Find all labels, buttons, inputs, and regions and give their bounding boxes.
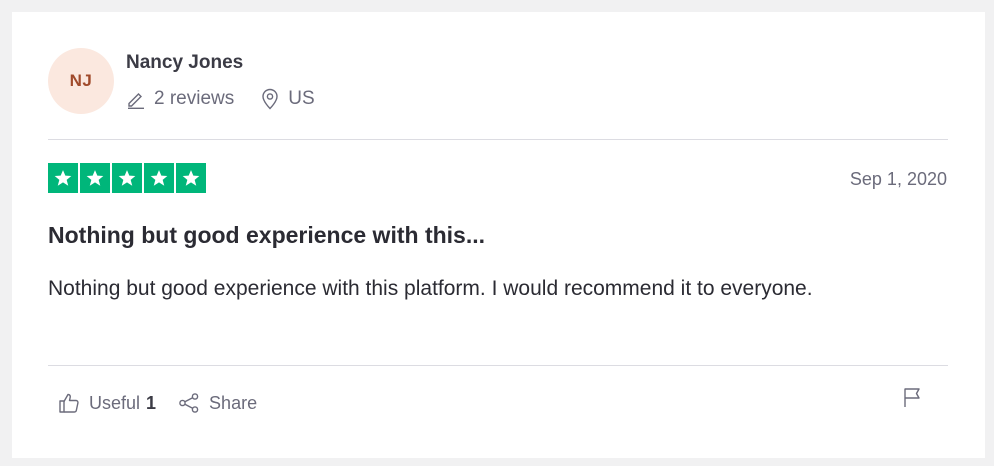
divider: [48, 365, 948, 366]
location-pin-icon: [262, 88, 278, 110]
useful-button[interactable]: Useful 1: [58, 392, 156, 414]
review-title[interactable]: Nothing but good experience with this...: [48, 222, 485, 249]
review-date: Sep 1, 2020: [849, 169, 947, 189]
report-button[interactable]: [901, 386, 923, 408]
consumer-info: NJ Nancy Jones 2 reviews US: [48, 48, 948, 118]
useful-label: Useful: [89, 392, 141, 413]
star-icon: [112, 163, 142, 193]
divider: [48, 139, 948, 140]
star-icon: [176, 163, 206, 193]
pencil-icon: [128, 93, 144, 109]
reviews-count-label: 2 reviews: [154, 88, 235, 109]
consumer-location: US: [260, 88, 315, 110]
consumer-meta: 2 reviews US: [126, 88, 315, 110]
flag-icon: [904, 388, 920, 407]
star-icon: [48, 163, 78, 193]
star-rating: [48, 163, 206, 193]
useful-count: 1: [146, 392, 157, 413]
star-icon: [144, 163, 174, 193]
share-button[interactable]: Share: [178, 392, 257, 414]
review-actions: Useful 1 Share: [58, 392, 257, 414]
review-body: Nothing but good experience with this pl…: [48, 277, 813, 300]
consumer-name[interactable]: Nancy Jones: [126, 52, 243, 74]
avatar[interactable]: NJ: [48, 48, 114, 114]
share-icon: [179, 393, 199, 413]
share-label: Share: [209, 392, 258, 413]
reviews-count: 2 reviews: [126, 88, 234, 110]
avatar-initials: NJ: [69, 71, 93, 90]
country-label: US: [288, 88, 315, 109]
review-card: NJ Nancy Jones 2 reviews US Sep 1, 2020 …: [12, 12, 985, 458]
star-icon: [80, 163, 110, 193]
thumbs-up-icon: [59, 393, 79, 413]
